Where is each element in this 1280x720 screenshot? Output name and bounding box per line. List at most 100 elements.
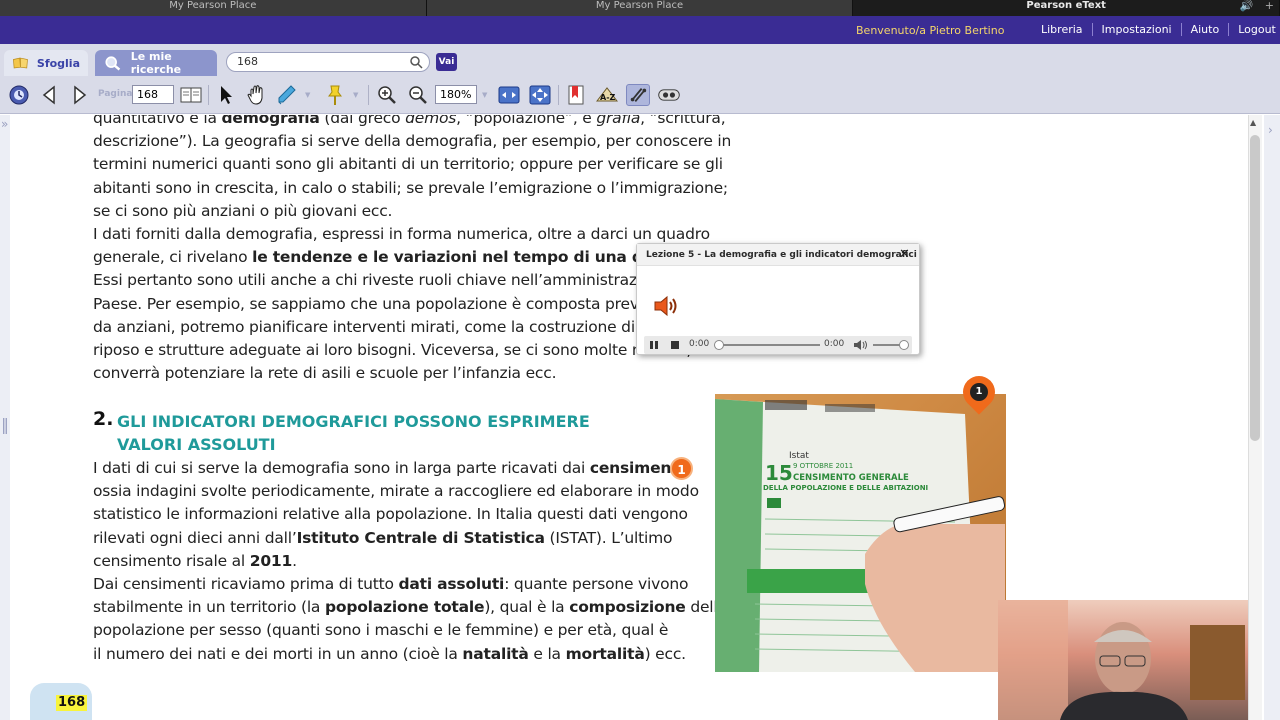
audio-popup: Lezione 5 - La demografia e gli indicato… xyxy=(636,243,920,355)
pointer-icon[interactable] xyxy=(214,84,238,106)
stop-icon[interactable] xyxy=(669,339,681,351)
tab-sfoglia[interactable]: Sfoglia xyxy=(4,50,88,76)
user-links: Libreria Impostazioni Aiuto Logout xyxy=(1032,23,1280,36)
text-run: , “scrittura, xyxy=(640,115,726,127)
istat-label: Istat xyxy=(789,451,809,461)
progress-knob[interactable] xyxy=(714,340,724,350)
progress-track[interactable] xyxy=(720,344,820,346)
text-run: stabilmente in un territorio (la xyxy=(93,598,325,617)
hand-icon[interactable] xyxy=(245,84,269,106)
aiuto-link[interactable]: Aiuto xyxy=(1180,23,1229,36)
highlighter-dropdown-icon[interactable]: ▼ xyxy=(305,91,310,99)
headline-label: DELLA POPOLAZIONE E DELLE ABITAZIONI xyxy=(763,484,928,492)
highlighter-icon[interactable] xyxy=(275,84,299,106)
right-gutter xyxy=(1264,115,1280,720)
collapse-left-icon[interactable]: » xyxy=(1,117,8,131)
toolbar-separator xyxy=(368,85,369,105)
next-arrow-icon[interactable]: › xyxy=(1268,123,1273,137)
tab-sfoglia-label: Sfoglia xyxy=(36,56,80,70)
toolbar: Pagina 168 ▼ ▼ 180% ▼ A-Z xyxy=(0,76,1280,114)
census-form-illustration: Istat 15 9 OTTOBRE 2011 CENSIMENTO GENER… xyxy=(715,399,1006,672)
page-number-badge: 168 xyxy=(30,683,92,720)
bookmark-icon[interactable] xyxy=(564,84,588,106)
media-marker-button[interactable]: 1 xyxy=(670,457,693,480)
paragraph: quantitativo e la demografia (dal greco … xyxy=(93,115,733,223)
search-input[interactable]: 168 xyxy=(226,52,430,72)
pin-note-icon[interactable] xyxy=(323,84,347,106)
page-number-label: 168 xyxy=(56,695,88,711)
webcam-presenter xyxy=(998,600,1245,720)
census-form-photo: Istat 15 9 OTTOBRE 2011 CENSIMENTO GENER… xyxy=(715,394,1006,672)
links-tool-icon[interactable] xyxy=(626,84,650,106)
close-icon[interactable]: ✕ xyxy=(899,247,910,262)
text-run: , “popolazione”, e xyxy=(456,115,597,127)
text-run-bold: composizione xyxy=(569,598,686,617)
text-run: quantitativo e la xyxy=(93,115,222,127)
text-line: converrà potenziare la rete di asili e s… xyxy=(93,364,557,383)
glossary-az-icon[interactable]: A-Z xyxy=(595,84,619,106)
zoom-out-icon[interactable] xyxy=(406,84,430,106)
page-number-input[interactable]: 168 xyxy=(132,85,174,104)
text-line: termini numerici quanti sono gli abitant… xyxy=(93,155,723,174)
wall-painting xyxy=(1190,625,1245,700)
day-label: 15 xyxy=(765,461,793,485)
go-button[interactable]: Vai xyxy=(436,53,457,71)
duration-time: 0:00 xyxy=(824,339,845,349)
zoom-dropdown-icon[interactable]: ▼ xyxy=(482,91,487,99)
toolbar-separator xyxy=(208,85,209,105)
section-title: GLI INDICATORI DEMOGRAFICI POSSONO ESPRI… xyxy=(117,412,590,454)
text-line: ossia indagini svolte periodicamente, mi… xyxy=(93,482,699,501)
next-page-icon[interactable] xyxy=(67,84,91,106)
text-line: I dati di cui si serve la demografia son… xyxy=(93,457,733,480)
impostazioni-link[interactable]: Impostazioni xyxy=(1091,23,1181,36)
logout-link[interactable]: Logout xyxy=(1228,23,1280,36)
libreria-link[interactable]: Libreria xyxy=(1032,23,1092,36)
text-run: Dai censimenti ricaviamo prima di tutto xyxy=(93,575,399,593)
book-icon xyxy=(13,57,28,69)
text-run-italic: demos xyxy=(405,115,457,127)
speaker-icon[interactable]: 🔊 xyxy=(1240,0,1254,12)
text-run: rilevati ogni dieci anni dall’ xyxy=(93,528,297,547)
text-line: statistico le informazioni relative alla… xyxy=(93,505,688,524)
date-label: 9 OTTOBRE 2011 xyxy=(793,462,853,470)
text-run: (ISTAT). L’ultimo xyxy=(544,528,673,547)
text-run: (dal greco xyxy=(319,115,406,127)
pin-dropdown-icon[interactable]: ▼ xyxy=(353,91,358,99)
fit-page-icon[interactable] xyxy=(528,84,552,106)
browser-tab-active[interactable]: Pearson eText xyxy=(853,0,1280,16)
volume-knob[interactable] xyxy=(899,340,909,350)
tab-ricerche-label: Le mie ricerche xyxy=(130,50,182,76)
section-number: 2. xyxy=(93,408,114,430)
text-run: il numero dei nati e dei morti in un ann… xyxy=(93,644,463,663)
browser-tab-strip: My Pearson Place My Pearson Place Pearso… xyxy=(0,0,1280,16)
text-line: descrizione”). La geografia si serve del… xyxy=(93,132,732,151)
photo-marker-number: 1 xyxy=(970,383,988,401)
prev-page-icon[interactable] xyxy=(38,84,62,106)
zoom-in-icon[interactable] xyxy=(375,84,399,106)
scrollbar-thumb[interactable] xyxy=(1250,135,1260,441)
tab-tools: 🔊 + xyxy=(1240,0,1274,12)
media-tool-icon[interactable] xyxy=(657,84,681,106)
text-run: e la xyxy=(528,644,566,663)
pause-icon[interactable] xyxy=(648,339,660,351)
browser-tab[interactable]: My Pearson Place xyxy=(426,0,854,16)
double-page-icon[interactable] xyxy=(179,84,203,106)
fit-width-icon[interactable] xyxy=(497,84,521,106)
scroll-up-icon[interactable]: ▲ xyxy=(1250,118,1256,127)
page-viewer[interactable]: » ‖ quantitativo e la demografia (dal gr… xyxy=(0,115,1280,720)
text-line: rilevati ogni dieci anni dall’Istituto C… xyxy=(93,527,733,550)
text-run-bold: 2011 xyxy=(249,551,293,570)
browser-tab[interactable]: My Pearson Place xyxy=(0,0,427,16)
paragraph: I dati di cui si serve la demografia son… xyxy=(93,457,733,573)
volume-icon[interactable] xyxy=(853,339,869,351)
drag-handle-icon[interactable]: ‖ xyxy=(1,415,9,434)
zoom-level-input[interactable]: 180% xyxy=(435,85,477,104)
text-line: stabilmente in un territorio (la popolaz… xyxy=(93,596,733,619)
pagina-label: Pagina xyxy=(98,89,133,99)
tab-ricerche[interactable]: Le mie ricerche xyxy=(95,50,217,76)
text-run-bold: Istituto Centrale di Statistica xyxy=(296,528,545,547)
magnifier-icon[interactable] xyxy=(409,55,423,69)
text-line: Dai censimenti ricaviamo prima di tutto … xyxy=(93,573,733,596)
new-tab-icon[interactable]: + xyxy=(1265,0,1274,12)
history-icon[interactable] xyxy=(7,84,31,106)
